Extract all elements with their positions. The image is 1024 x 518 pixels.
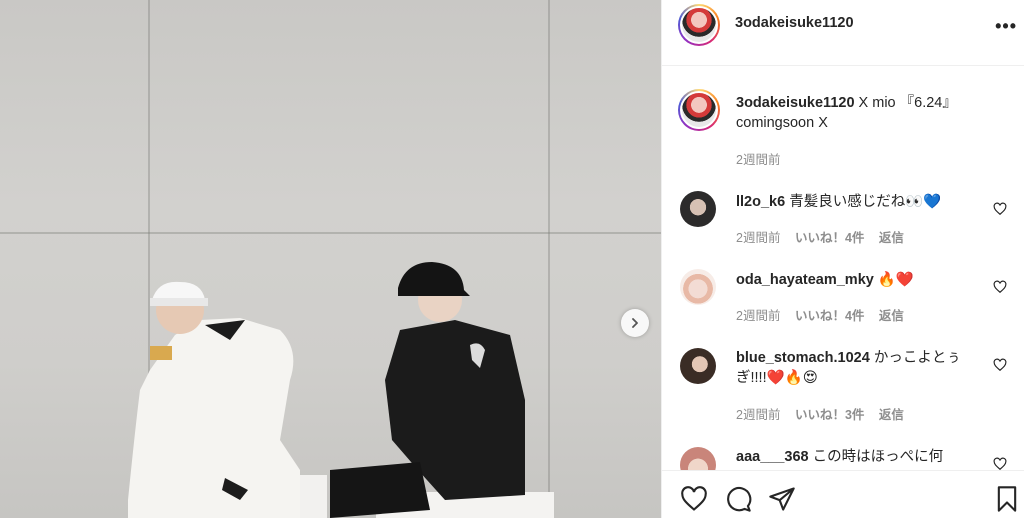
reply-button[interactable]: 返信 xyxy=(879,408,904,422)
commenter-avatar[interactable] xyxy=(680,447,716,470)
comment-meta: 2週間前 いいね！4件 返信 xyxy=(736,231,904,245)
comment-text: oda_hayateam_mky 🔥❤️ xyxy=(736,272,914,288)
comment-text: aaa___368 この時はほっぺに何 xyxy=(736,449,944,465)
commenter-avatar[interactable] xyxy=(680,191,716,227)
comment-like-icon[interactable] xyxy=(993,358,1007,372)
commenter-avatar[interactable] xyxy=(680,269,716,305)
comment-username[interactable]: ll2o_k6 xyxy=(736,194,785,210)
heart-icon[interactable] xyxy=(680,485,708,513)
comment-likes[interactable]: いいね！3件 xyxy=(795,408,864,422)
share-icon[interactable] xyxy=(768,485,796,513)
more-icon[interactable]: ••• xyxy=(995,16,1017,37)
post-header: 3odakeisuke1120 ••• xyxy=(662,0,1024,66)
caption-username[interactable]: 3odakeisuke1120 xyxy=(736,95,855,111)
post-side-panel: 3odakeisuke1120 ••• 3odakeisuke1120 X mi… xyxy=(661,0,1024,518)
comment-like-icon[interactable] xyxy=(993,280,1007,294)
author-avatar[interactable] xyxy=(678,4,720,46)
post-actions xyxy=(662,470,1024,518)
reply-button[interactable]: 返信 xyxy=(879,231,904,245)
post-caption: 3odakeisuke1120 X mio 『6.24』 comingsoon … xyxy=(736,93,996,133)
comment-username[interactable]: blue_stomach.1024 xyxy=(736,350,870,366)
comment-like-icon[interactable] xyxy=(993,457,1007,470)
caption-avatar[interactable] xyxy=(678,89,720,131)
comment-meta: 2週間前 いいね！4件 返信 xyxy=(736,309,904,323)
next-photo-button[interactable] xyxy=(621,309,649,337)
commenter-avatar[interactable] xyxy=(680,348,716,384)
photo-figures xyxy=(128,262,554,518)
comment-username[interactable]: oda_hayateam_mky xyxy=(736,272,874,288)
comment-likes[interactable]: いいね！4件 xyxy=(795,231,864,245)
comment-meta: 2週間前 いいね！3件 返信 xyxy=(736,408,904,422)
comment-text: ll2o_k6 青髪良い感じだね👀💙 xyxy=(736,194,942,210)
comment-like-icon[interactable] xyxy=(993,202,1007,216)
comment-likes[interactable]: いいね！4件 xyxy=(795,309,864,323)
comment-text: blue_stomach.1024 かっこよとぅぎ!!!!❤️🔥😍 xyxy=(736,350,961,386)
author-username[interactable]: 3odakeisuke1120 xyxy=(735,15,854,31)
comment-username[interactable]: aaa___368 xyxy=(736,449,809,465)
reply-button[interactable]: 返信 xyxy=(879,309,904,323)
comment-icon[interactable] xyxy=(724,485,752,513)
caption-time: 2週間前 xyxy=(736,153,781,167)
comments-list: 3odakeisuke1120 X mio 『6.24』 comingsoon … xyxy=(662,67,1024,470)
chevron-right-icon xyxy=(632,318,638,328)
bookmark-icon[interactable] xyxy=(993,485,1021,513)
post-photo xyxy=(0,0,661,518)
